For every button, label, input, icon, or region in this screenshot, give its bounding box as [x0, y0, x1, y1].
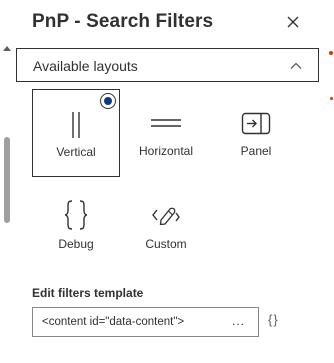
close-button[interactable]	[284, 13, 302, 31]
chevron-up-icon	[289, 59, 303, 73]
braces-icon	[32, 198, 120, 232]
search-filters-panel: PnP - Search Filters Available layouts V…	[0, 0, 322, 363]
selected-radio-icon	[100, 93, 116, 109]
layout-tile-horizontal[interactable]: Horizontal	[122, 89, 210, 177]
edit-template-label: Edit filters template	[32, 286, 144, 300]
layout-tile-debug[interactable]: Debug	[32, 182, 120, 270]
close-icon	[287, 16, 299, 28]
available-layouts-accordion[interactable]: Available layouts	[16, 48, 319, 82]
layout-label-custom: Custom	[145, 237, 187, 251]
background-accent-dot	[329, 51, 333, 55]
vertical-lines-icon	[33, 108, 119, 142]
scrollbar[interactable]	[0, 42, 14, 363]
panel-header: PnP - Search Filters	[0, 0, 322, 42]
layout-tile-panel[interactable]: Panel	[212, 89, 300, 177]
edit-template-braces-button[interactable]: {}	[268, 312, 279, 327]
template-ellipsis-button[interactable]: ...	[232, 308, 245, 335]
layout-tile-vertical[interactable]: Vertical	[32, 89, 120, 177]
template-value: <content id="data-content">	[42, 316, 185, 328]
scrollbar-thumb[interactable]	[4, 137, 10, 223]
panel-title: PnP - Search Filters	[32, 11, 214, 32]
filters-template-field[interactable]: <content id="data-content"> ...	[32, 307, 259, 337]
layout-label-vertical: Vertical	[56, 145, 96, 159]
layout-label-panel: Panel	[240, 144, 272, 158]
horizontal-lines-icon	[122, 107, 210, 141]
background-accent-dot	[330, 97, 333, 100]
accordion-label: Available layouts	[33, 58, 138, 74]
layout-label-debug: Debug	[58, 237, 94, 251]
panel-icon	[212, 107, 300, 141]
layout-label-horizontal: Horizontal	[138, 144, 194, 158]
custom-edit-icon	[122, 198, 210, 232]
layout-tile-custom[interactable]: Custom	[122, 182, 210, 270]
scroll-up-arrow-icon[interactable]	[3, 46, 11, 51]
